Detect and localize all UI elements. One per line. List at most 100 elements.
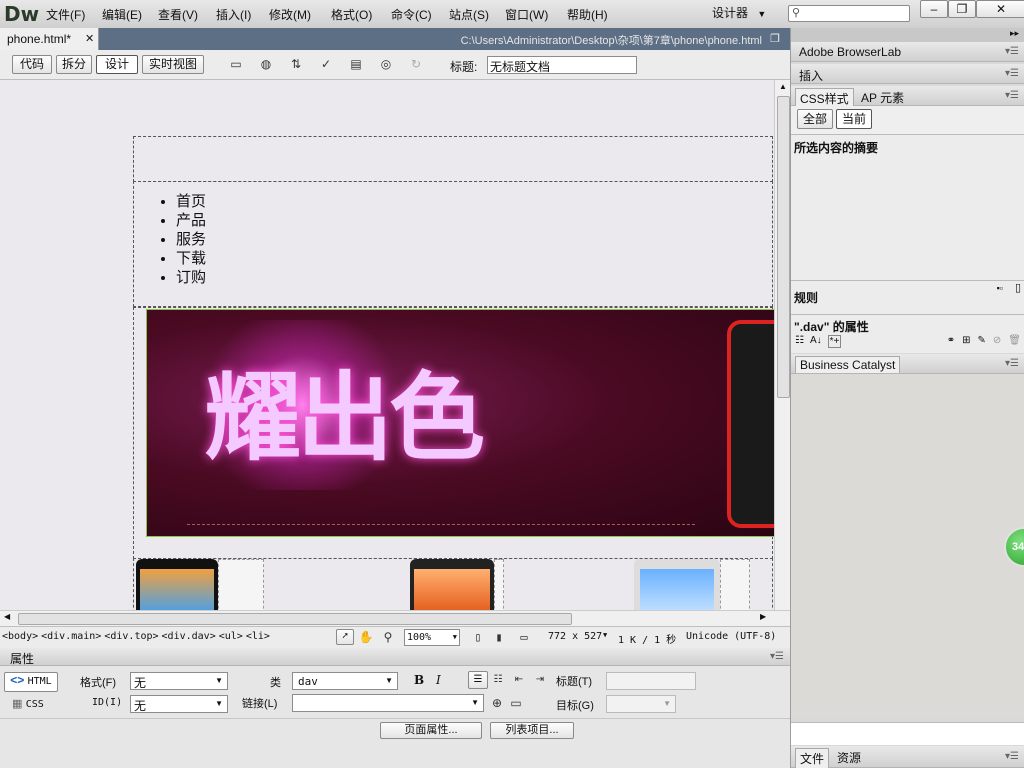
view-design-button[interactable]: 设计 (96, 55, 138, 74)
tag-div-main[interactable]: <div.main> (41, 631, 101, 642)
product-image-2[interactable] (410, 559, 494, 610)
restore-icon[interactable]: ❐ (948, 0, 976, 18)
menu-format[interactable]: 格式(O) (331, 6, 391, 23)
panel-menu-icon[interactable]: ▾☰ (1005, 751, 1019, 762)
collapse-dock-icon[interactable]: ▸▸ (1010, 28, 1019, 39)
browserlab-tab[interactable]: Adobe BrowserLab (799, 45, 901, 59)
panel-menu-icon[interactable]: ▾☰ (1005, 90, 1019, 101)
class-select[interactable]: dav ▼ (292, 672, 398, 690)
workspace-switcher[interactable]: 设计器 ▼ (712, 4, 766, 21)
search-box[interactable]: ⚲ (788, 5, 910, 22)
file-manage-icon[interactable]: ⇅ (288, 56, 304, 72)
set-props-icon[interactable]: *+ (827, 335, 842, 348)
banner-image[interactable]: 耀出色 (146, 309, 776, 537)
close-tab-icon[interactable]: ✕ (85, 32, 94, 45)
id-select[interactable]: 无 ▼ (130, 695, 228, 713)
restore-doc-icon[interactable]: ❐ (770, 32, 780, 45)
nav-item-download[interactable]: 下载 (176, 249, 772, 268)
scroll-up-icon[interactable]: ▲ (779, 82, 787, 91)
indent-icon[interactable]: ⇥ (532, 672, 548, 688)
insert-header[interactable]: 插入 ▾☰ (791, 64, 1024, 84)
nav-item-home[interactable]: 首页 (176, 192, 772, 211)
ap-elements-tab[interactable]: AP 元素 (861, 89, 904, 106)
scroll-thumb-horizontal[interactable] (18, 613, 572, 625)
scroll-left-icon[interactable]: ◀ (4, 612, 10, 621)
disable-rule-icon[interactable]: ⊘ (993, 335, 1001, 346)
view-split-button[interactable]: 拆分 (56, 55, 92, 74)
nav-item-products[interactable]: 产品 (176, 211, 772, 230)
scroll-thumb-vertical[interactable] (777, 96, 790, 398)
css-all-button[interactable]: 全部 (797, 109, 833, 129)
window-dimensions[interactable]: 772 x 527 (548, 631, 602, 642)
header-div[interactable] (133, 136, 773, 182)
tag-li[interactable]: <li> (246, 631, 270, 642)
pointer-tool-icon[interactable]: ➚ (336, 629, 354, 645)
vertical-scrollbar[interactable]: ▲ (774, 80, 790, 610)
document-tab[interactable]: phone.html* ✕ (0, 28, 99, 50)
panel-menu-icon[interactable]: ▾☰ (1005, 358, 1019, 369)
point-to-file-icon[interactable]: ⊕ (489, 695, 505, 711)
nav-item-services[interactable]: 服务 (176, 230, 772, 249)
product-image-3[interactable] (634, 559, 720, 610)
refresh-icon[interactable]: ↻ (408, 56, 424, 72)
menu-help[interactable]: 帮助(H) (567, 6, 623, 23)
link-input[interactable]: ▼ (292, 694, 484, 712)
edit-rule-icon[interactable]: ✎ (978, 335, 986, 346)
hand-tool-icon[interactable]: ✋ (358, 629, 374, 645)
italic-button[interactable]: I (436, 673, 441, 687)
outdent-icon[interactable]: ⇤ (511, 672, 527, 688)
target-select[interactable]: ▼ (606, 695, 676, 713)
files-tab[interactable]: 文件 (795, 748, 830, 768)
visual-aids-icon[interactable]: ▤ (348, 56, 364, 72)
zoom-tool-icon[interactable]: ⚲ (380, 629, 396, 645)
ordered-list-icon[interactable]: ☷ (490, 672, 506, 688)
tag-ul[interactable]: <ul> (219, 631, 243, 642)
business-catalyst-tab[interactable]: Business Catalyst (795, 356, 901, 373)
new-rule-icon[interactable]: ⊞ (962, 335, 970, 346)
menu-view[interactable]: 查看(V) (158, 6, 216, 23)
close-icon[interactable]: ✕ (976, 0, 1024, 18)
tag-div-top[interactable]: <div.top> (104, 631, 158, 642)
mobile-size-icon[interactable]: ▯ (470, 629, 486, 645)
tag-body[interactable]: <body> (2, 631, 38, 642)
title-attr-input[interactable] (606, 672, 696, 690)
product-image-1[interactable] (136, 559, 218, 610)
menu-insert[interactable]: 插入(I) (216, 6, 269, 23)
unordered-list-icon[interactable]: ☰ (468, 671, 488, 689)
css-current-button[interactable]: 当前 (836, 109, 872, 129)
format-select[interactable]: 无 ▼ (130, 672, 228, 690)
zoom-select[interactable]: 100% ▼ (404, 629, 460, 646)
minimize-icon[interactable]: – (920, 0, 948, 18)
preview-browser-icon[interactable]: ◍ (258, 56, 274, 72)
panel-menu-icon[interactable]: ▾☰ (770, 651, 784, 662)
scroll-right-icon[interactable]: ▶ (760, 612, 766, 621)
multiscreen-icon[interactable]: ▭ (228, 56, 244, 72)
tablet-size-icon[interactable]: ▮ (491, 629, 507, 645)
attach-stylesheet-icon[interactable]: ⚭ (947, 335, 955, 346)
panel-menu-icon[interactable]: ▾☰ (1005, 68, 1019, 79)
view-code-button[interactable]: 代码 (12, 55, 52, 74)
menu-modify[interactable]: 修改(M) (269, 6, 331, 23)
browserlab-header[interactable]: Adobe BrowserLab ▾☰ (791, 42, 1024, 62)
menu-commands[interactable]: 命令(C) (391, 6, 449, 23)
bold-button[interactable]: B (414, 673, 424, 687)
nav-item-order[interactable]: 订购 (176, 268, 772, 287)
desktop-size-icon[interactable]: ▭ (516, 629, 532, 645)
panel-menu-icon[interactable]: ▾☰ (1005, 46, 1019, 57)
css-styles-tab[interactable]: CSS样式 (795, 88, 854, 108)
view-live-button[interactable]: 实时视图 (142, 55, 204, 74)
dimensions-chevron-icon[interactable]: ▼ (603, 631, 607, 639)
page-properties-button[interactable]: 页面属性... (380, 722, 482, 739)
html-mode-tab[interactable]: <> HTML (4, 672, 58, 692)
about-icon[interactable]: ▪▫ (997, 283, 1003, 293)
check-browser-icon[interactable]: ◎ (378, 56, 394, 72)
insert-tab[interactable]: 插入 (799, 67, 823, 84)
delete-rule-icon[interactable]: 🗑 (1008, 335, 1021, 346)
tag-div-dav[interactable]: <div.dav> (162, 631, 216, 642)
list-item-button[interactable]: 列表项目... (490, 722, 574, 739)
browse-folder-icon[interactable]: ▭ (508, 695, 524, 711)
menu-edit[interactable]: 编辑(E) (102, 6, 158, 23)
menu-file[interactable]: 文件(F) (46, 6, 102, 23)
horizontal-scrollbar[interactable]: ◀ ▶ (0, 610, 790, 626)
page-title-input[interactable]: 无标题文档 (487, 56, 637, 74)
